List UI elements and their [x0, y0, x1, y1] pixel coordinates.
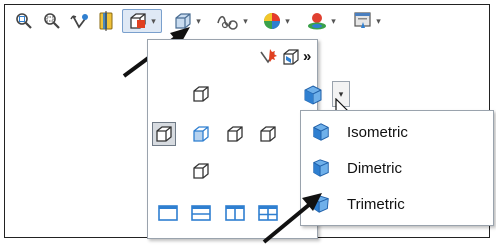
view-settings-icon	[354, 12, 371, 28]
right-view-button[interactable]	[225, 124, 245, 144]
view-selector-button[interactable]	[281, 47, 301, 67]
isometric-split-button[interactable]	[301, 83, 325, 107]
more-views-button[interactable]: »	[303, 48, 311, 65]
chevron-down-icon: ▾	[285, 15, 290, 26]
back-view-button[interactable]	[258, 124, 278, 144]
front-view-button[interactable]	[191, 124, 211, 144]
left-view-icon	[156, 126, 172, 142]
zoom-to-fit-icon	[16, 13, 32, 29]
apply-scene-button[interactable]: ▾	[301, 9, 341, 33]
view-settings-button[interactable]: ▾	[347, 9, 387, 33]
left-view-button[interactable]	[152, 122, 176, 146]
two-view-horizontal-button[interactable]	[191, 203, 211, 223]
standard-views-menu: Isometric Dimetric Trimetric	[300, 110, 494, 226]
apply-scene-icon	[308, 13, 327, 30]
section-view-button[interactable]	[95, 9, 117, 33]
single-view-button[interactable]	[158, 203, 178, 223]
previous-view-button[interactable]	[69, 9, 91, 33]
two-view-vertical-icon	[225, 205, 245, 221]
bottom-view-icon	[193, 163, 209, 179]
two-view-vertical-button[interactable]	[225, 203, 245, 223]
top-view-icon	[193, 86, 209, 102]
zoom-to-area-button[interactable]	[41, 9, 63, 33]
dimetric-cube-icon	[311, 158, 331, 178]
two-view-horizontal-icon	[191, 205, 211, 221]
back-view-icon	[260, 126, 276, 142]
isometric-cube-icon	[304, 85, 322, 105]
view-selector-icon	[283, 49, 299, 65]
chevron-down-icon: ▾	[331, 15, 336, 26]
bottom-view-button[interactable]	[191, 161, 211, 181]
hide-show-items-icon	[217, 15, 238, 30]
menu-item-label: Trimetric	[347, 195, 405, 213]
normal-to-icon	[260, 49, 277, 64]
pointer-arrow	[262, 193, 322, 244]
menu-item-trimetric[interactable]: Trimetric	[305, 187, 491, 221]
hide-show-items-button[interactable]: ▾	[213, 9, 251, 33]
chevron-down-icon: ▾	[376, 15, 381, 26]
single-view-icon	[158, 205, 178, 221]
chevron-down-icon: ▾	[243, 15, 248, 26]
right-view-icon	[227, 126, 243, 142]
zoom-to-area-icon	[44, 13, 60, 29]
menu-item-label: Dimetric	[347, 159, 402, 177]
edit-appearance-icon	[264, 13, 281, 29]
top-view-button[interactable]	[191, 84, 211, 104]
normal-to-button[interactable]	[258, 47, 278, 67]
isometric-cube-icon	[311, 122, 331, 142]
edit-appearance-button[interactable]: ▾	[257, 9, 295, 33]
heads-up-view-toolbar: ▾ ▾ ▾ ▾ ▾ ▾	[5, 5, 489, 35]
zoom-to-fit-button[interactable]	[13, 9, 35, 33]
previous-view-icon	[70, 14, 88, 29]
section-view-icon	[99, 11, 113, 31]
front-view-icon	[193, 126, 209, 142]
menu-item-isometric[interactable]: Isometric	[305, 115, 491, 149]
menu-item-label: Isometric	[347, 123, 408, 141]
menu-item-dimetric[interactable]: Dimetric	[305, 151, 491, 185]
